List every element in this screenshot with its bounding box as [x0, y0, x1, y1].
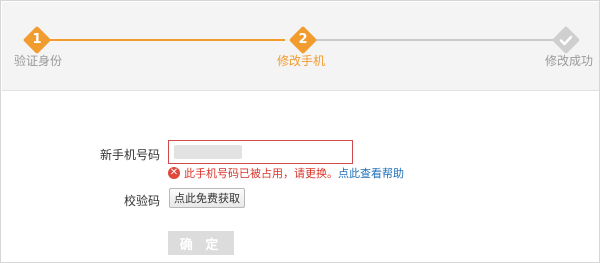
error-icon: ✕ [168, 167, 180, 179]
confirm-button[interactable]: 确 定 [168, 231, 234, 255]
step-2-label: 修改手机 [277, 54, 326, 68]
step-2-marker: 2 [288, 25, 318, 55]
step-1-marker: 1 [22, 25, 52, 55]
help-link[interactable]: 点此查看帮助 [338, 165, 404, 181]
step-1-number: 1 [32, 32, 42, 47]
step-1-label: 验证身份 [14, 54, 63, 68]
error-text: 此手机号码已被占用，请更换。 [184, 167, 338, 180]
verification-code-label: 校验码 [123, 194, 160, 208]
page-frame: 1 2 验证身份 修改手机 修改成功 新手机号码 ✕ 此手机号码已被占用，请更换… [0, 0, 600, 263]
phone-field-label: 新手机号码 [99, 148, 160, 162]
phone-value-redacted [174, 145, 242, 159]
check-icon [559, 35, 573, 46]
step-3-label: 修改成功 [545, 54, 594, 68]
phone-error-message: ✕ 此手机号码已被占用，请更换。 点此查看帮助 [168, 166, 404, 180]
step-2-number: 2 [298, 32, 308, 47]
progress-line-complete [46, 39, 285, 41]
step-progress-bar: 1 2 验证身份 修改手机 修改成功 [2, 2, 599, 91]
get-code-button[interactable]: 点此免费获取 [169, 188, 245, 208]
step-3-marker [551, 25, 581, 55]
progress-line-pending [316, 39, 553, 41]
